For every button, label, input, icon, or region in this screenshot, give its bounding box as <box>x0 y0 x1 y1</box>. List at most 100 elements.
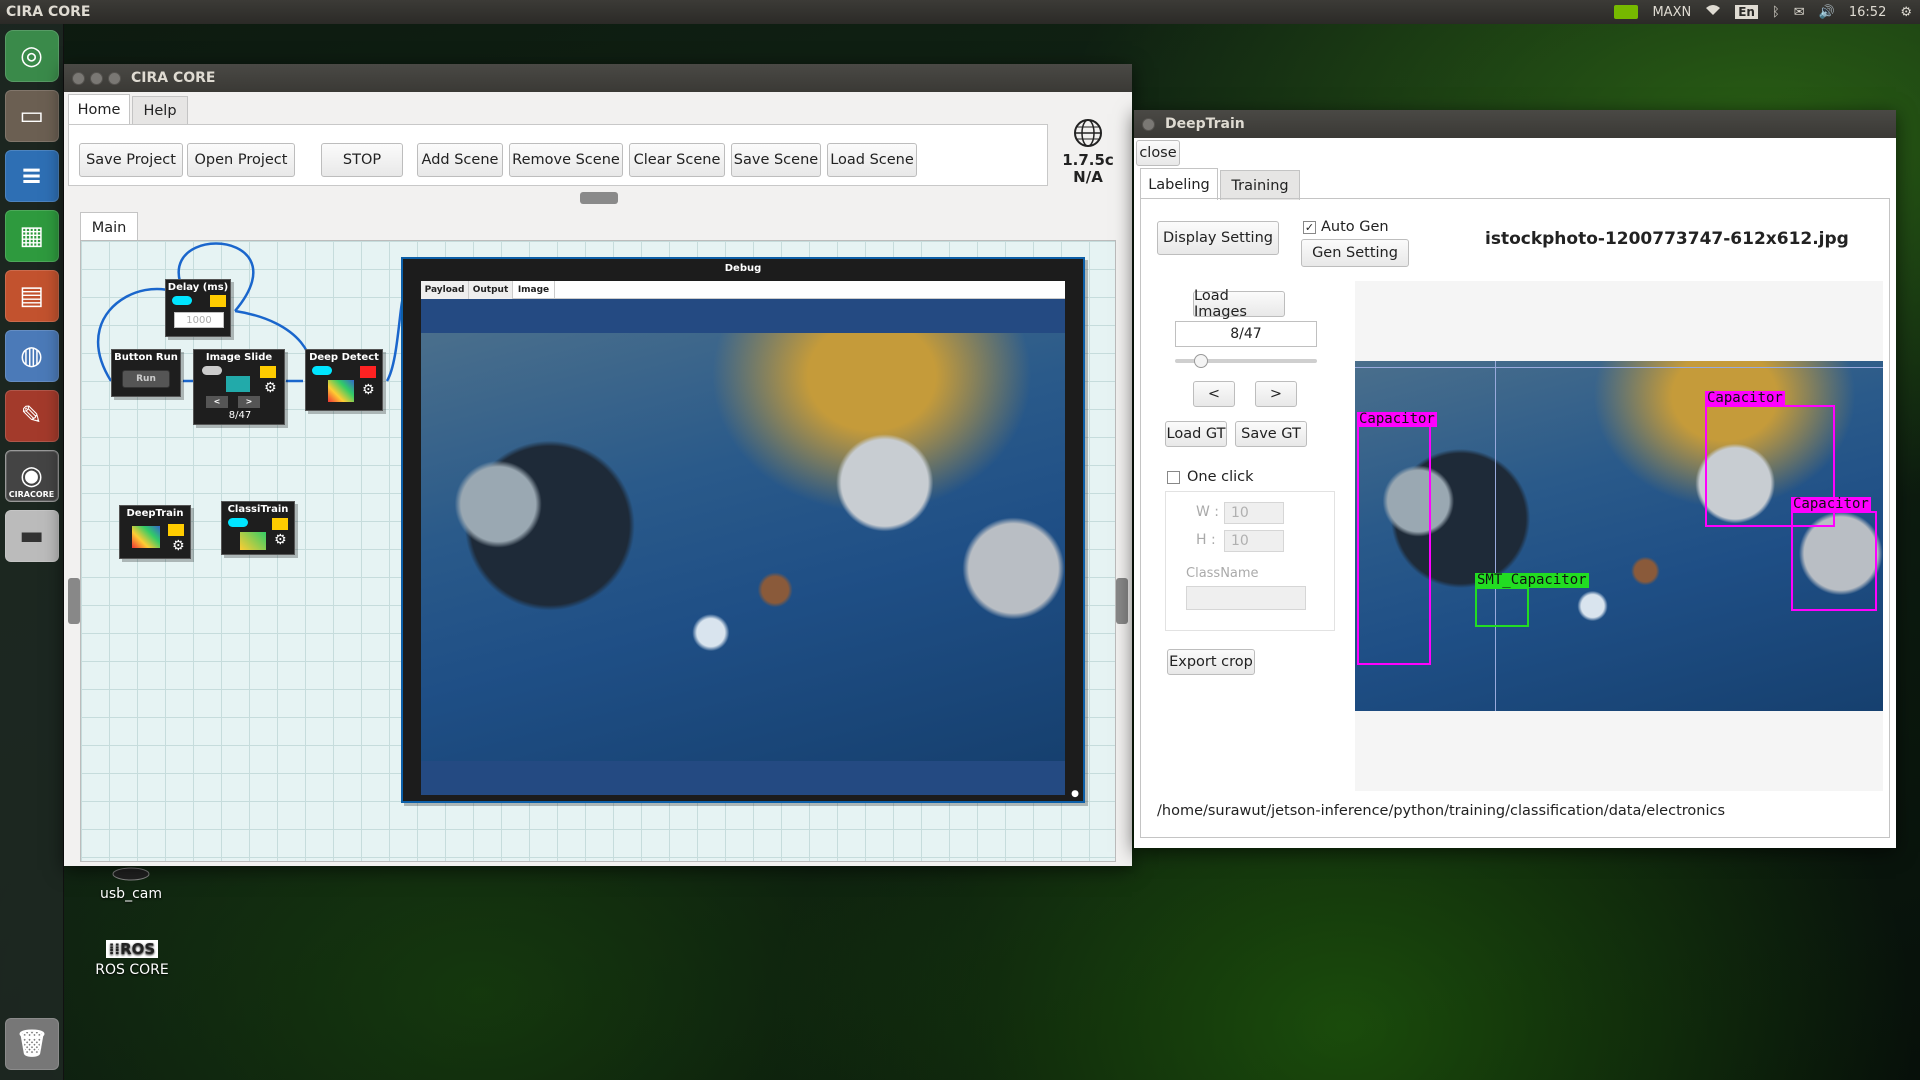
load-images-button[interactable]: Load Images <box>1193 288 1285 320</box>
ciracore-icon[interactable]: ◉ CIRACORE <box>4 450 59 502</box>
enable-toggle-icon[interactable] <box>228 518 248 527</box>
detection-box[interactable] <box>1475 587 1529 627</box>
detection-box[interactable] <box>1791 511 1877 611</box>
crosshair-horizontal <box>1355 367 1883 368</box>
save-project-button[interactable]: Save Project <box>79 143 183 177</box>
node-delay[interactable]: Delay (ms) 1000 <box>165 279 231 337</box>
bluetooth-icon[interactable]: ᛒ <box>1772 5 1780 20</box>
image-counter-field[interactable]: 8/47 <box>1175 321 1317 347</box>
tab-home[interactable]: Home <box>68 94 130 124</box>
clock[interactable]: 16:52 <box>1849 5 1886 20</box>
node-debug[interactable]: Debug Payload Output Image ● <box>401 257 1085 803</box>
detection-label: SMT_Capacitor <box>1475 572 1589 588</box>
detection-label: Capacitor <box>1705 390 1785 406</box>
open-project-button[interactable]: Open Project <box>187 143 295 177</box>
auto-gen-checkbox[interactable]: ✓ <box>1303 221 1316 234</box>
gear-icon[interactable]: ⚙ <box>172 538 185 554</box>
one-click-checkbox[interactable] <box>1167 471 1180 484</box>
maximize-window-icon[interactable] <box>108 71 121 85</box>
previous-image-button[interactable]: < <box>1193 381 1235 407</box>
gear-icon[interactable]: ⚙ <box>264 380 277 396</box>
height-input[interactable]: 10 <box>1224 530 1284 552</box>
mail-icon[interactable]: ✉ <box>1794 5 1805 20</box>
tab-image[interactable]: Image <box>513 281 555 299</box>
add-scene-button[interactable]: Add Scene <box>417 143 503 177</box>
deeptrain-window: DeepTrain close Labeling Training Displa… <box>1134 110 1896 848</box>
files-icon[interactable]: ▭ <box>4 90 59 142</box>
close-window-icon[interactable] <box>72 71 85 85</box>
remove-scene-button[interactable]: Remove Scene <box>509 143 623 177</box>
tab-payload[interactable]: Payload <box>421 281 469 299</box>
labeling-pcb-image[interactable]: Capacitor Capacitor Capacitor SMT_Capaci… <box>1355 361 1883 711</box>
node-image-slide[interactable]: Image Slide ⚙ < > 8/47 <box>193 349 285 425</box>
display-setting-button[interactable]: Display Setting <box>1157 221 1279 255</box>
tab-labeling[interactable]: Labeling <box>1140 168 1218 200</box>
power-mode-indicator[interactable]: MAXN <box>1652 5 1691 20</box>
node-classitrain[interactable]: ClassiTrain ⚙ <box>221 501 295 555</box>
tab-main-scene[interactable]: Main <box>80 212 138 242</box>
version-status: N/A <box>1073 168 1103 186</box>
detection-label: Capacitor <box>1791 496 1871 512</box>
tab-help[interactable]: Help <box>132 96 188 124</box>
tab-output[interactable]: Output <box>469 281 513 299</box>
minimize-window-icon[interactable] <box>90 71 103 85</box>
width-input[interactable]: 10 <box>1224 502 1284 524</box>
desktop-icon-label: usb_cam <box>100 886 162 902</box>
desktop-icon-label: ROS CORE <box>95 962 169 978</box>
left-panel-handle[interactable] <box>68 578 80 624</box>
writer-icon[interactable]: ≡ <box>4 150 59 202</box>
load-scene-button[interactable]: Load Scene <box>827 143 917 177</box>
delay-input[interactable]: 1000 <box>174 312 224 328</box>
node-button-run[interactable]: Button Run Run <box>111 349 181 397</box>
right-panel-handle[interactable] <box>1116 578 1128 624</box>
gear-icon[interactable]: ⚙ <box>274 532 287 548</box>
load-gt-button[interactable]: Load GT <box>1165 421 1227 447</box>
system-settings-icon[interactable]: ✎ <box>4 390 59 442</box>
volume-icon[interactable]: 🔊 <box>1819 5 1835 20</box>
ciracore-launcher-label: CIRACORE <box>8 490 55 499</box>
detection-box[interactable] <box>1357 425 1431 665</box>
desktop-icon-ros-core[interactable]: ⁞⁞ROS ROS CORE <box>92 940 172 978</box>
desktop-icon-usb-cam[interactable]: usb_cam <box>96 866 166 902</box>
close-window-icon[interactable] <box>1142 117 1155 131</box>
presentation-icon[interactable]: ▤ <box>4 270 59 322</box>
clear-scene-button[interactable]: Clear Scene <box>629 143 725 177</box>
trash-icon[interactable]: 🗑 <box>5 1018 59 1070</box>
stop-button[interactable]: STOP <box>321 143 403 177</box>
image-slider-track[interactable] <box>1175 354 1317 368</box>
classname-input[interactable] <box>1186 586 1306 610</box>
wifi-icon[interactable] <box>1705 4 1721 20</box>
home-toolbar: Save Project Open Project STOP Add Scene… <box>68 124 1048 186</box>
close-button[interactable]: close <box>1136 140 1180 166</box>
resize-handle-icon[interactable]: ● <box>1071 789 1079 799</box>
save-scene-button[interactable]: Save Scene <box>731 143 821 177</box>
gear-icon[interactable]: ⚙ <box>1900 5 1912 20</box>
labeling-canvas[interactable]: Capacitor Capacitor Capacitor SMT_Capaci… <box>1355 281 1883 791</box>
save-gt-button[interactable]: Save GT <box>1235 421 1307 447</box>
gen-setting-button[interactable]: Gen Setting <box>1301 239 1409 267</box>
window-titlebar[interactable]: DeepTrain <box>1134 110 1896 138</box>
image-preview-icon <box>226 376 250 392</box>
next-image-button[interactable]: > <box>1255 381 1297 407</box>
tab-training[interactable]: Training <box>1220 170 1300 200</box>
node-deeptrain[interactable]: DeepTrain ⚙ <box>119 505 191 559</box>
spreadsheet-icon[interactable]: ▦ <box>4 210 59 262</box>
nvidia-icon[interactable] <box>1614 5 1639 19</box>
drive-icon[interactable]: ▬ <box>4 510 59 562</box>
gear-icon[interactable]: ⚙ <box>362 382 375 398</box>
ubuntu-logo-icon[interactable]: ◎ <box>4 30 59 82</box>
prev-slide-button[interactable]: < <box>206 396 228 408</box>
image-slider-thumb[interactable] <box>1194 354 1208 368</box>
node-deep-detect[interactable]: Deep Detect ⚙ <box>305 349 383 411</box>
keyboard-language-indicator[interactable]: En <box>1735 5 1758 19</box>
enable-toggle-icon[interactable] <box>312 366 332 375</box>
run-button[interactable]: Run <box>122 370 170 388</box>
flow-canvas[interactable]: Delay (ms) 1000 Button Run Run Image Sli… <box>80 240 1116 862</box>
software-store-icon[interactable]: ◍ <box>4 330 59 382</box>
window-titlebar[interactable]: CIRA CORE <box>64 64 1132 92</box>
enable-toggle-icon[interactable] <box>202 366 222 375</box>
enable-toggle-icon[interactable] <box>172 296 192 305</box>
next-slide-button[interactable]: > <box>238 396 260 408</box>
export-crop-button[interactable]: Export crop <box>1167 649 1255 675</box>
splitter-handle[interactable] <box>580 192 618 204</box>
